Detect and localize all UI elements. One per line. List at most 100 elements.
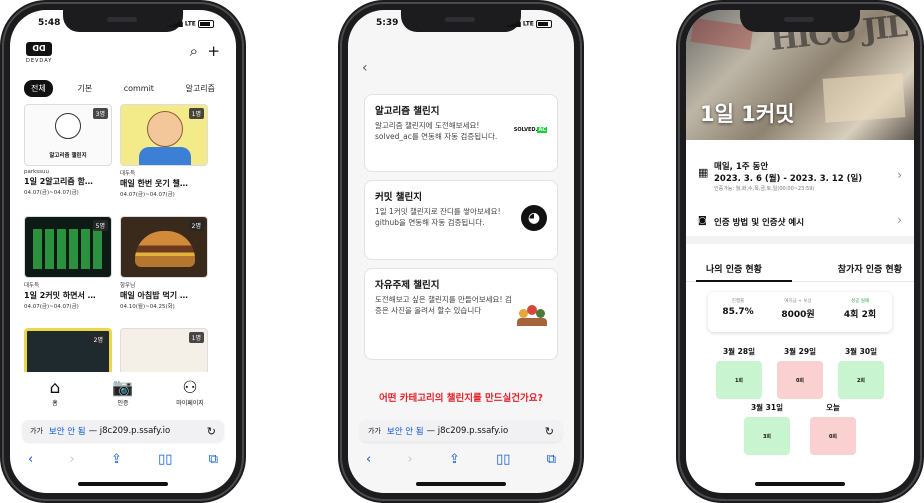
back-icon[interactable]: ‹ (362, 60, 368, 76)
text-size-button[interactable]: 가가 (30, 426, 43, 436)
card-thumbnail: 알고리즘 챌린지 3명 (24, 104, 112, 166)
day-count: 0회 (810, 417, 856, 455)
phone-screen: HICO JIL 1일 1커밋 ▦ 매일, 1주 동안 2023. 3. 6 (… (686, 10, 914, 493)
url-host: — j8c209.p.ssafy.io (88, 426, 171, 436)
card-date: 04.10(월)~04.25(화) (120, 304, 175, 310)
burger-image (135, 231, 195, 267)
option-title: 알고리즘 챌린지 (375, 106, 440, 117)
card-thumbnail: 1명 (120, 104, 208, 166)
forward-icon[interactable]: › (407, 452, 412, 468)
card-thumbnail: 5명 (24, 216, 112, 278)
tabs-icon[interactable]: ⧉ (547, 452, 556, 468)
card-date: 04.07(금)~04.07(금) (24, 304, 79, 310)
bookmarks-icon[interactable]: ▯▯ (158, 452, 172, 468)
day-label: 오늘 (826, 403, 840, 412)
card-title: 매일 아침밥 먹기 … (120, 291, 188, 300)
search-icon[interactable]: ⌕ (190, 42, 198, 60)
participant-badge: 1명 (188, 108, 204, 119)
stat-reward: 예치금 + 보상 8000원 (770, 298, 826, 320)
day-label: 3월 29일 (783, 347, 817, 356)
category-prompt: 어떤 카테고리의 챌린지를 만드실건가요? (378, 393, 543, 404)
stat-progress: 진행률 85.7% (710, 298, 766, 317)
summary-stats: 진행률 85.7% 예치금 + 보상 8000원 성공 실패 4회 2회 (708, 292, 892, 332)
plus-icon[interactable]: + (207, 42, 220, 60)
challenge-card[interactable]: 2명 항우님 매일 아침밥 먹기 … 04.10(월)~04.25(화) (120, 216, 208, 310)
bottom-tab-bar: ⌂ 홈 📷 인증 ⚇ 마이페이지 (10, 370, 236, 420)
participant-badge: 2명 (90, 334, 106, 345)
reload-icon[interactable]: ↻ (207, 425, 216, 438)
category-chips: 전체 기본 commit 알고리즘 (24, 79, 222, 97)
back-icon[interactable]: ‹ (28, 452, 33, 468)
schedule-row[interactable]: ▦ 매일, 1주 동안 2023. 3. 6 (월) - 2023. 3. 12… (698, 160, 902, 192)
laughing-face-image (147, 111, 183, 147)
home-indicator (416, 482, 506, 486)
day-count: 2회 (838, 361, 884, 399)
back-icon[interactable]: ‹ (366, 452, 371, 468)
challenge-card[interactable]: 알고리즘 챌린지 3명 parkssuu 1일 2알고리즘 함… 04.07(금… (24, 104, 112, 196)
challenge-option-algorithm[interactable]: 알고리즘 챌린지 알고리즘 챌린지에 도전해보세요! solved_ac를 연동… (364, 94, 558, 172)
logo-mark[interactable]: ᗡᗡ (26, 42, 52, 56)
day-status: 3월 29일 0회 (777, 346, 823, 399)
share-icon[interactable]: ⇪ (449, 452, 460, 468)
day-count: 3회 (744, 417, 790, 455)
participant-badge: 3명 (92, 108, 108, 119)
tabs-icon[interactable]: ⧉ (209, 452, 218, 468)
bookmarks-icon[interactable]: ▯▯ (496, 452, 510, 468)
commit-grass-image (33, 229, 105, 269)
calendar-icon: ▦ (698, 166, 709, 179)
day-label: 3월 28일 (722, 347, 756, 356)
section-divider (686, 236, 914, 244)
chip-basic[interactable]: 기본 (70, 80, 99, 97)
participant-badge: 1명 (188, 332, 204, 343)
tab-label: 마이페이지 (176, 400, 204, 407)
tab-home[interactable]: ⌂ 홈 (30, 378, 80, 407)
day-label: 3월 31일 (750, 403, 784, 412)
chip-commit[interactable]: commit (117, 81, 161, 96)
chip-all[interactable]: 전체 (24, 79, 53, 97)
solvedac-logo: SOLVED.AC (513, 127, 547, 133)
challenge-option-free[interactable]: 자유주제 챌린지 도전해보고 싶은 챌린지를 만들어보세요! 검증은 사진을 올… (364, 268, 558, 360)
stat-value: 85.7% (722, 307, 754, 317)
stat-success-fail: 성공 실패 4회 2회 (832, 298, 888, 320)
tab-label: 인증 (117, 400, 129, 407)
option-title: 자유주제 챌린지 (375, 280, 440, 291)
reload-icon[interactable]: ↻ (545, 425, 554, 438)
chevron-right-icon: › (897, 168, 902, 182)
text-size-button[interactable]: 가가 (368, 426, 381, 436)
tab-mypage[interactable]: ⚇ 마이페이지 (165, 378, 215, 407)
network-type: LTE (522, 20, 534, 28)
tab-my-status[interactable]: 나의 인증 현황 (706, 262, 762, 275)
challenge-card[interactable]: 5명 대두득 1일 2커밋 하면서 … 04.07(금)~04.07(금) (24, 216, 112, 310)
status-bar: 5:48 ▂▄▆ LTE (10, 18, 236, 34)
share-icon[interactable]: ⇪ (111, 452, 122, 468)
tab-participant-status[interactable]: 참가자 인증 현황 (838, 262, 902, 275)
shirt-shape (139, 147, 191, 165)
forward-icon[interactable]: › (69, 452, 74, 468)
phone-detail: HICO JIL 1일 1커밋 ▦ 매일, 1주 동안 2023. 3. 6 (… (676, 0, 924, 503)
battery-icon (536, 20, 552, 28)
option-description: 알고리즘 챌린지에 도전해보세요! solved_ac를 연동해 자동 검증됩니… (375, 121, 498, 141)
camera-icon: ◙ (698, 216, 707, 226)
address-bar[interactable]: 가가 보안 안 됨 — j8c209.p.ssafy.io ↻ (22, 420, 224, 442)
status-tabs: 나의 인증 현황 참가자 인증 현황 (686, 256, 914, 282)
challenge-option-commit[interactable]: 커밋 챌린지 1일 1커밋 챌린지로 잔디를 쌓아보세요! github을 연동… (364, 180, 558, 260)
day-count: 1회 (716, 361, 762, 399)
stat-label: 진행률 (731, 299, 745, 304)
method-row[interactable]: ◙ 인증 방법 및 인증샷 예시 › (698, 213, 902, 228)
day-status: 3월 30일 2회 (838, 346, 884, 399)
status-bar: 5:39 ▂▄▆ LTE (348, 18, 574, 34)
chip-algorithm[interactable]: 알고리즘 (179, 80, 222, 97)
address-bar[interactable]: 가가 보안 안 됨 — j8c209.p.ssafy.io ↻ (360, 420, 562, 442)
tab-verify[interactable]: 📷 인증 (98, 370, 148, 414)
network-type: LTE (184, 20, 196, 28)
stat-label: 예치금 + 보상 (784, 299, 812, 304)
card-date: 04.07(금)~04.07(금) (24, 190, 79, 196)
card-thumbnail: 2명 (120, 216, 208, 278)
stat-label: 성공 실패 (851, 299, 869, 304)
participant-badge: 5명 (92, 220, 108, 231)
logo-name: DEVDAY (26, 58, 53, 64)
challenge-card[interactable]: 1명 대두득 매일 한번 웃기 챌… 04.07(금)~04.07(금) (120, 104, 208, 198)
card-title: 1일 2알고리즘 함… (24, 177, 93, 186)
app-header: ᗡᗡ DEVDAY ⌕ + (26, 42, 220, 72)
day-status: 3월 28일 1회 (716, 346, 762, 399)
